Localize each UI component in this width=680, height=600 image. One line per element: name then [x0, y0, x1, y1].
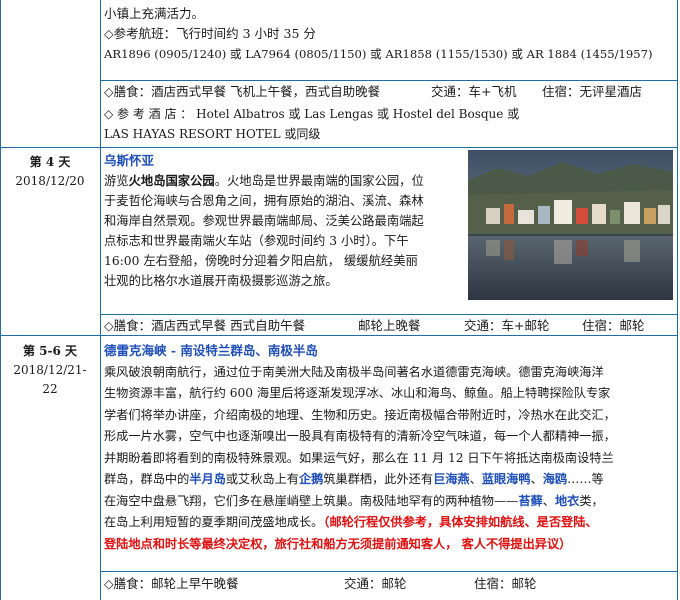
itinerary-table: 小镇上充满活力。 ◇参考航班：飞行时间约 3 小时 35 分 AR1896 (0…	[0, 0, 680, 600]
row-divider	[0, 147, 677, 148]
day-date: 2018/12/20	[15, 174, 85, 188]
highlight: 海鸥	[542, 472, 568, 486]
flight-list: AR1896 (0905/1240) 或 LA7964 (0805/1150) …	[104, 47, 653, 61]
row-divider	[100, 80, 677, 81]
paragraph-line: 在海空中盘悬飞翔，它们多在悬崖峭壁上筑巢。南极陆地罕有的两种植物——苔藓、地衣类…	[104, 493, 604, 508]
meal-dinner: 邮轮上晚餐	[358, 318, 421, 333]
table-border-right	[677, 0, 678, 600]
day4-label: 第 4 天 2018/12/20	[0, 153, 100, 191]
paragraph-line: 于麦哲伦海峡与合恩角之间，拥有原始的湖泊、溪流、森林	[104, 194, 424, 208]
highlight: 蓝眼海鸭	[481, 472, 531, 486]
paragraph-line: 在岛上利用短暂的夏季期间茂盛地成长。（邮轮行程仅供参考，具体安排如航线、是否登陆…	[104, 515, 598, 529]
harbor-town-photo	[468, 150, 673, 300]
day56-meal-row: ◇膳食：邮轮上早午晚餐 交通：邮轮 住宿：邮轮	[104, 574, 674, 593]
meal-info: ◇膳食：酒店西式早餐 飞机上午餐，西式自助晚餐	[104, 84, 381, 99]
day4-text: 乌斯怀亚 游览火地岛国家公园。火地岛是世界最南端的国家公园，位 于麦哲伦海峡与合…	[104, 151, 466, 291]
paragraph-line: 壮观的比格尔水道展开南极摄影巡游之旅。	[104, 274, 338, 288]
day-title: 乌斯怀亚	[104, 153, 155, 168]
day-number: 第 5-6 天	[22, 344, 78, 358]
day56-label: 第 5-6 天 2018/12/21- 22	[0, 342, 100, 399]
transport-info: 交通：车+飞机	[431, 84, 517, 99]
paragraph-line: 并期盼着即将看到的南极特殊景观。如果运气好，那么在 11 月 12 日下午将抵达…	[104, 450, 614, 465]
paragraph-line: 形成一片水雾，空气中也逐渐嗅出一股具有南极特有的清新冷空气味道，每一个人都精神一…	[104, 429, 616, 443]
photo-art	[468, 150, 673, 300]
disclaimer: 登陆地点和时长等最终决定权，旅行社和船方无须提前通知客人， 客人不得提出异议）	[104, 536, 572, 551]
highlight: 地衣	[554, 493, 580, 508]
table-border-left	[0, 0, 1, 600]
highlight: 苔藓	[518, 493, 543, 508]
day56-text: 德雷克海峡 - 南设特兰群岛、南极半岛 乘风破浪朝南航行，通过位于南美洲大陆及南…	[104, 340, 676, 555]
disclaimer: （邮轮行程仅供参考，具体安排如航线、是否登陆、	[323, 515, 598, 529]
day3-text: 小镇上充满活力。 ◇参考航班：飞行时间约 3 小时 35 分 AR1896 (0…	[104, 4, 674, 64]
day3-line: 小镇上充满活力。	[104, 6, 205, 21]
paragraph-line: 点标志和世界最南端火车站（参观时间约 3 小时）。下午	[104, 234, 409, 248]
meal-info: ◇膳食：酒店西式早餐 西式自助午餐	[104, 318, 306, 333]
paragraph-line: 游览火地岛国家公园。火地岛是世界最南端的国家公园，位	[104, 173, 424, 188]
highlight: 半月岛	[189, 472, 226, 486]
paragraph-line: 学者们将举办讲座，介绍南极的地理、生物和历史。接近南极幅合带附近时，冷热水在此交…	[104, 407, 616, 422]
day3-meal-row: ◇膳食：酒店西式早餐 飞机上午餐，西式自助晚餐 交通：车+飞机 住宿：无评星酒店	[104, 82, 674, 101]
highlight: 巨海燕	[433, 472, 470, 486]
stay-info: 住宿：邮轮	[474, 576, 537, 591]
day-date: 22	[42, 382, 58, 396]
stay-info: 住宿：邮轮	[582, 318, 645, 333]
day-title: 德雷克海峡 - 南设特兰群岛、南极半岛	[104, 343, 318, 358]
table-divider-column	[100, 0, 101, 600]
hotel-line: ◇ 参 考 酒 店 ： Hotel Albatros 或 Las Lengas …	[104, 107, 520, 121]
meal-info: ◇膳食：邮轮上早午晚餐	[104, 576, 239, 591]
paragraph-line: 16:00 左右登船，傍晚时分迎着夕阳启航， 缓缓航经美丽	[104, 254, 418, 268]
stay-info: 住宿：无评星酒店	[542, 84, 643, 99]
hotel-ref: ◇ 参 考 酒 店 ： Hotel Albatros 或 Las Lengas …	[104, 104, 674, 144]
highlight: 企鹅	[299, 472, 324, 486]
flight-label: ◇参考航班：飞行时间约 3 小时 35 分	[104, 26, 316, 41]
highlight: 火地岛国家公园	[128, 173, 215, 188]
transport-info: 交通：车+邮轮	[464, 318, 550, 333]
day-number: 第 4 天	[29, 155, 71, 169]
paragraph-line: 群岛，群岛中的半月岛或艾秋岛上有企鹅筑巢群栖，此外还有巨海燕、蓝眼海鸭、海鸥………	[104, 472, 604, 486]
row-divider	[100, 571, 677, 572]
paragraph-line: 和海岸自然景观。参观世界最南端邮局、泛美公路最南端起	[104, 214, 424, 228]
hotel-line: LAS HAYAS RESORT HOTEL 或同级	[104, 127, 321, 141]
paragraph-line: 生物资源丰富，航行约 600 海里后将逐渐发现浮冰、冰山和海鸟、鲸鱼。船上特聘探…	[104, 386, 611, 400]
day4-meal-row: ◇膳食：酒店西式早餐 西式自助午餐 邮轮上晚餐 交通：车+邮轮 住宿：邮轮	[104, 316, 674, 335]
day-date: 2018/12/21-	[13, 363, 87, 377]
row-divider	[0, 335, 677, 336]
paragraph-line: 乘风破浪朝南航行，通过位于南美洲大陆及南极半岛间著名水道德雷克海峡。德雷克海峡海…	[104, 364, 604, 379]
transport-info: 交通：邮轮	[344, 576, 407, 591]
row-divider	[100, 314, 677, 315]
